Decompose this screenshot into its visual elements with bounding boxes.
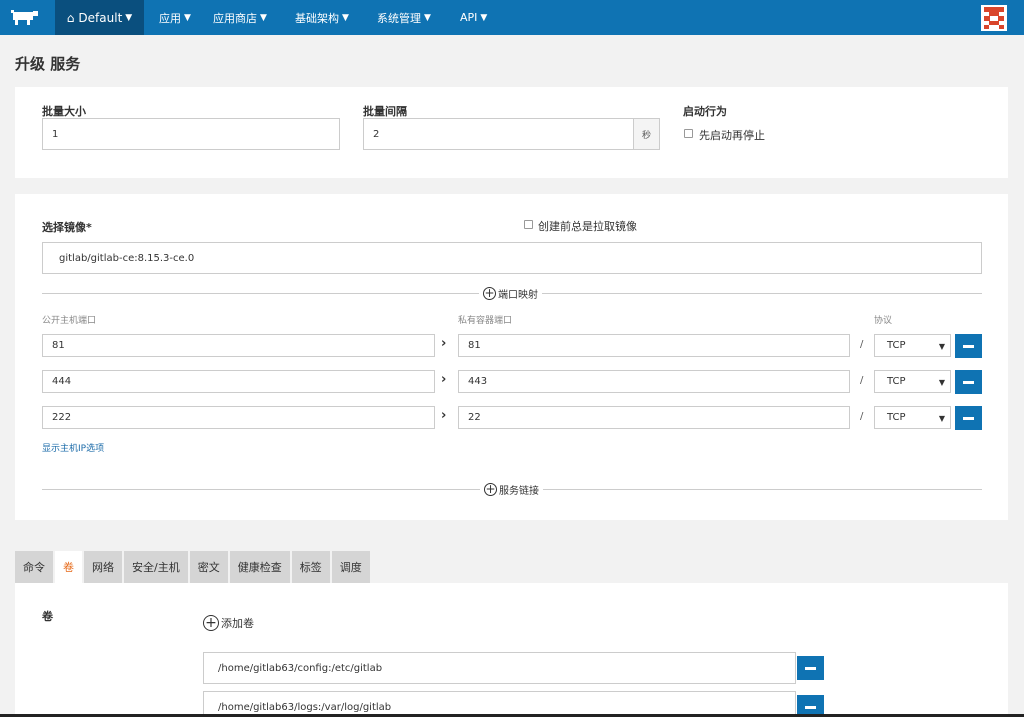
- nav-item-api[interactable]: API ▼: [460, 0, 487, 35]
- private-port-header: 私有容器端口: [458, 316, 513, 326]
- remove-port-button[interactable]: [955, 406, 982, 430]
- tab-scheduling[interactable]: 调度: [331, 551, 370, 583]
- remove-port-button[interactable]: [955, 334, 982, 358]
- batch-interval-input[interactable]: 2: [363, 118, 634, 150]
- chevron-down-icon: ▼: [424, 12, 431, 23]
- minus-icon: [963, 416, 974, 420]
- plus-circle-icon: +: [483, 286, 496, 300]
- separator: /: [860, 411, 864, 422]
- chevron-right-icon: ›: [441, 372, 447, 387]
- protocol-value: TCP: [887, 412, 906, 423]
- show-host-ip-link[interactable]: 显示主机IP选项: [42, 441, 104, 454]
- tab-command[interactable]: 命令: [15, 551, 53, 583]
- minus-icon: [963, 380, 974, 384]
- nav-item-label: 应用商店: [213, 11, 257, 25]
- remove-volume-button[interactable]: [797, 656, 824, 680]
- minus-icon: [805, 705, 816, 709]
- remove-port-button[interactable]: [955, 370, 982, 394]
- separator: /: [860, 375, 864, 386]
- user-avatar[interactable]: [981, 5, 1007, 31]
- public-port-input[interactable]: 81: [42, 334, 435, 357]
- tab-secrets[interactable]: 密文: [189, 551, 228, 583]
- rancher-logo-icon[interactable]: [10, 9, 40, 27]
- private-port-input[interactable]: 443: [458, 370, 850, 393]
- private-port-input[interactable]: 22: [458, 406, 850, 429]
- chevron-down-icon: ▼: [342, 12, 349, 23]
- batch-size-label: 批量大小: [42, 105, 86, 118]
- tab-network[interactable]: 网络: [84, 551, 122, 583]
- separator: /: [860, 339, 864, 350]
- plus-circle-icon: +: [484, 482, 497, 496]
- protocol-select[interactable]: TCP ▼: [874, 406, 951, 429]
- nav-item-label: 应用: [159, 11, 181, 25]
- config-tabs: 命令 卷 网络 安全/主机 密文 健康检查 标签 调度: [15, 551, 372, 583]
- chevron-down-icon: ▼: [184, 12, 191, 23]
- start-behavior-label: 启动行为: [683, 105, 727, 118]
- chevron-right-icon: ›: [441, 336, 447, 351]
- start-first-label: 先启动再停止: [699, 129, 765, 142]
- nav-item-catalog[interactable]: 应用商店 ▼: [213, 0, 267, 35]
- chevron-down-icon: ▼: [125, 12, 133, 23]
- minus-icon: [963, 344, 974, 348]
- nav-item-infrastructure[interactable]: 基础架构 ▼: [295, 0, 349, 35]
- tab-health-check[interactable]: 健康检查: [229, 551, 290, 583]
- page-title: 升级 服务: [15, 55, 81, 73]
- add-link-button[interactable]: + 服务链接: [480, 481, 543, 497]
- plus-circle-icon: +: [203, 615, 219, 631]
- minus-icon: [805, 666, 816, 670]
- tab-security-host[interactable]: 安全/主机: [124, 551, 188, 583]
- caret-down-icon: ▼: [938, 342, 945, 351]
- batch-interval-label: 批量间隔: [363, 105, 407, 118]
- always-pull-label: 创建前总是拉取镜像: [538, 220, 637, 233]
- nav-item-apps[interactable]: 应用 ▼: [159, 0, 191, 35]
- environment-switcher[interactable]: ⌂ Default ▼: [55, 0, 144, 35]
- protocol-select[interactable]: TCP ▼: [874, 370, 951, 393]
- environment-label: Default: [78, 10, 123, 25]
- batch-size-input[interactable]: 1: [42, 118, 340, 150]
- protocol-select[interactable]: TCP ▼: [874, 334, 951, 357]
- protocol-header: 协议: [874, 316, 893, 326]
- private-port-input[interactable]: 81: [458, 334, 850, 357]
- home-icon: ⌂: [66, 10, 75, 25]
- add-link-label: 服务链接: [499, 485, 539, 497]
- volumes-label: 卷: [42, 610, 53, 623]
- tab-volumes[interactable]: 卷: [55, 551, 82, 583]
- chevron-right-icon: ›: [441, 408, 447, 423]
- caret-down-icon: ▼: [938, 378, 945, 387]
- caret-down-icon: ▼: [938, 414, 945, 423]
- start-first-checkbox[interactable]: [684, 129, 693, 138]
- top-nav: ⌂ Default ▼ 应用 ▼ 应用商店 ▼ 基础架构 ▼ 系统管理 ▼ API ▼: [0, 0, 1024, 35]
- add-port-label: 端口映射: [498, 289, 538, 301]
- nav-item-admin[interactable]: 系统管理 ▼: [377, 0, 431, 35]
- nav-item-label: 系统管理: [377, 11, 421, 25]
- add-volume-label: 添加卷: [221, 617, 254, 630]
- tab-labels[interactable]: 标签: [291, 551, 330, 583]
- nav-item-label: 基础架构: [295, 11, 339, 25]
- interval-unit-addon: 秒: [634, 118, 660, 150]
- add-volume-button[interactable]: + 添加卷: [200, 614, 257, 632]
- chevron-down-icon: ▼: [260, 12, 267, 23]
- image-label: 选择镜像*: [42, 221, 92, 234]
- add-port-button[interactable]: + 端口映射: [479, 285, 542, 301]
- chevron-down-icon: ▼: [480, 12, 488, 23]
- protocol-value: TCP: [887, 340, 906, 351]
- image-input[interactable]: gitlab/gitlab-ce:8.15.3-ce.0: [42, 242, 982, 274]
- protocol-value: TCP: [887, 376, 906, 387]
- always-pull-checkbox[interactable]: [524, 220, 533, 229]
- volume-input[interactable]: /home/gitlab63/config:/etc/gitlab: [203, 652, 796, 684]
- nav-item-label: API: [460, 11, 478, 24]
- public-port-input[interactable]: 444: [42, 370, 435, 393]
- public-port-input[interactable]: 222: [42, 406, 435, 429]
- public-port-header: 公开主机端口: [42, 316, 97, 326]
